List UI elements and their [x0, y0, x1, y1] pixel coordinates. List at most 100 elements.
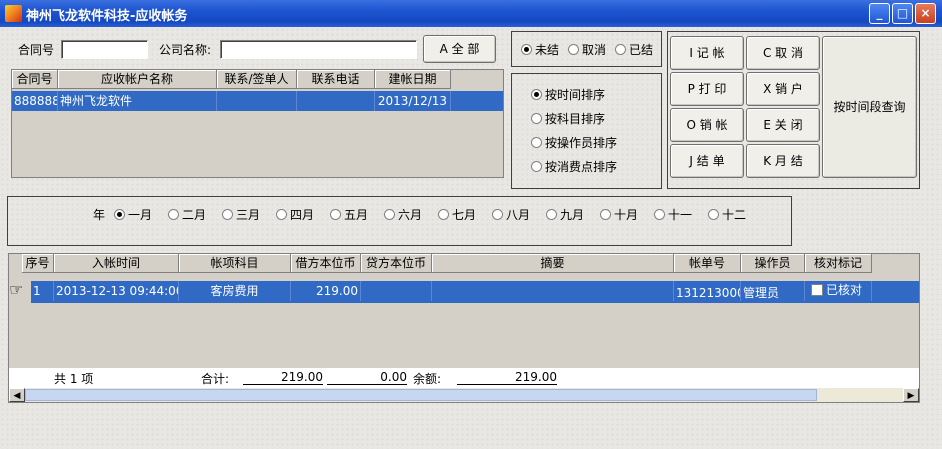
ledger-header-seq: 序号: [22, 254, 54, 273]
sort-outlet-label: 按消费点排序: [545, 160, 618, 174]
month-label: 一月: [128, 208, 153, 222]
post-entry-button[interactable]: I 记 帐: [670, 36, 744, 70]
ledger-header-item: 帐项科目: [179, 254, 291, 273]
ledger-credit-cell: [361, 281, 432, 301]
sort-radio-outlet[interactable]: 按消费点排序: [531, 158, 617, 175]
app-icon: [5, 5, 22, 22]
month-label: 六月: [398, 208, 423, 222]
sort-time-label: 按时间排序: [545, 88, 606, 102]
month-label: 十一: [668, 208, 693, 222]
show-all-button[interactable]: A 全 部: [423, 35, 496, 63]
scroll-left-button[interactable]: ◀: [9, 388, 25, 402]
exit-button[interactable]: E 关 闭: [746, 108, 820, 142]
sort-subject-label: 按科目排序: [545, 112, 606, 126]
sort-radio-subject[interactable]: 按科目排序: [531, 110, 605, 127]
sort-operator-label: 按操作员排序: [545, 136, 618, 150]
ledger-summary-cell: [432, 281, 674, 301]
scroll-right-button[interactable]: ▶: [903, 388, 919, 402]
ledger-seq-cell: 1: [31, 281, 54, 301]
client-area: 合同号 公司名称: A 全 部 合同号 应收帐户名称 联系/签单人 联系电话 建…: [0, 27, 942, 449]
accounts-header-name: 应收帐户名称: [58, 70, 217, 89]
month-end-button[interactable]: K 月 结: [746, 144, 820, 178]
settle-bill-button[interactable]: J 结 单: [670, 144, 744, 178]
ledger-footer: 共 1 项 合计: 219.00 0.00 余额: 219.00: [9, 368, 919, 388]
month-radio-10[interactable]: 十月: [600, 206, 638, 223]
window-title: 神州飞龙软件科技-应收帐务: [26, 9, 188, 24]
month-label: 八月: [506, 208, 531, 222]
month-radio-6[interactable]: 六月: [384, 206, 422, 223]
ledger-table: 序号 入帐时间 帐项科目 借方本位币 贷方本位币 摘要 帐单号 操作员 核对标记…: [8, 253, 920, 403]
sort-radio-time[interactable]: 按时间排序: [531, 86, 605, 103]
ledger-header-credit: 贷方本位币: [361, 254, 432, 273]
title-bar: 神州飞龙软件科技-应收帐务 _ □ ×: [0, 0, 942, 27]
account-phone-cell: [297, 91, 375, 111]
month-label: 四月: [290, 208, 315, 222]
ledger-item-cell: 客房费用: [179, 281, 291, 301]
month-label: 十二: [722, 208, 747, 222]
check-mark-checkbox[interactable]: [811, 284, 823, 296]
period-query-button[interactable]: 按时间段查询: [822, 36, 917, 178]
status-radio-cancelled[interactable]: 取消: [568, 41, 606, 58]
month-label: 五月: [344, 208, 369, 222]
ledger-header-bill: 帐单号: [674, 254, 741, 273]
write-off-button[interactable]: O 销 帐: [670, 108, 744, 142]
contract-label: 合同号: [18, 43, 55, 57]
month-radio-1[interactable]: 一月: [114, 206, 152, 223]
accounts-header-contact: 联系/签单人: [217, 70, 297, 89]
ledger-operator-cell: 管理员: [741, 281, 805, 301]
month-label: 十月: [614, 208, 639, 222]
accounts-header-contract: 合同号: [12, 70, 58, 89]
ledger-time-cell: 2013-12-13 09:44:00: [54, 281, 179, 301]
maximize-button[interactable]: □: [892, 3, 913, 24]
accounts-header-date: 建帐日期: [375, 70, 451, 89]
month-label: 三月: [236, 208, 261, 222]
accounts-header-phone: 联系电话: [297, 70, 375, 89]
table-row[interactable]: 1 2013-12-13 09:44:00 客房费用 219.00 131213…: [31, 281, 919, 303]
company-input[interactable]: [220, 40, 417, 59]
ledger-check-cell[interactable]: 已核对: [805, 281, 872, 301]
month-radio-3[interactable]: 三月: [222, 206, 260, 223]
horizontal-scrollbar[interactable]: ◀ ▶: [9, 388, 919, 402]
month-radio-11[interactable]: 十一: [654, 206, 692, 223]
close-account-button[interactable]: X 销 户: [746, 72, 820, 106]
status-closed-label: 已结: [629, 43, 654, 57]
print-button[interactable]: P 打 印: [670, 72, 744, 106]
account-contact-cell: [217, 91, 297, 111]
month-label: 九月: [560, 208, 585, 222]
status-cancelled-label: 取消: [582, 43, 607, 57]
ledger-header-operator: 操作员: [741, 254, 805, 273]
cancel-button[interactable]: C 取 消: [746, 36, 820, 70]
month-radio-9[interactable]: 九月: [546, 206, 584, 223]
close-button[interactable]: ×: [915, 3, 936, 24]
month-radio-4[interactable]: 四月: [276, 206, 314, 223]
account-date-cell: 2013/12/13: [375, 91, 451, 111]
status-open-label: 未结: [535, 43, 560, 57]
ledger-bill-cell: 131213000: [674, 281, 741, 301]
credit-total: 0.00: [327, 370, 407, 385]
ledger-header-check: 核对标记: [805, 254, 872, 273]
ledger-header-debit: 借方本位币: [291, 254, 361, 273]
row-count: 共 1 项: [54, 372, 94, 386]
balance-value: 219.00: [457, 370, 557, 385]
month-radio-5[interactable]: 五月: [330, 206, 368, 223]
month-radio-12[interactable]: 十二: [708, 206, 746, 223]
check-mark-label: 已核对: [826, 283, 863, 297]
account-name-cell: 神州飞龙软件: [58, 91, 217, 111]
month-radio-2[interactable]: 二月: [168, 206, 206, 223]
account-contract-cell: 8888888: [12, 91, 58, 111]
scrollbar-thumb[interactable]: [25, 389, 817, 401]
status-radio-closed[interactable]: 已结: [615, 41, 653, 58]
month-radio-8[interactable]: 八月: [492, 206, 530, 223]
contract-input[interactable]: [61, 40, 148, 59]
table-row[interactable]: 8888888 神州飞龙软件 2013/12/13: [12, 91, 503, 111]
total-label: 合计:: [201, 372, 230, 386]
year-label: 年: [93, 208, 106, 222]
ledger-header-time: 入帐时间: [54, 254, 179, 273]
status-radio-open[interactable]: 未结: [521, 41, 559, 58]
ledger-debit-cell: 219.00: [291, 281, 361, 301]
month-label: 二月: [182, 208, 207, 222]
minimize-button[interactable]: _: [869, 3, 890, 24]
month-radio-7[interactable]: 七月: [438, 206, 476, 223]
sort-radio-operator[interactable]: 按操作员排序: [531, 134, 617, 151]
balance-label: 余额:: [413, 372, 442, 386]
